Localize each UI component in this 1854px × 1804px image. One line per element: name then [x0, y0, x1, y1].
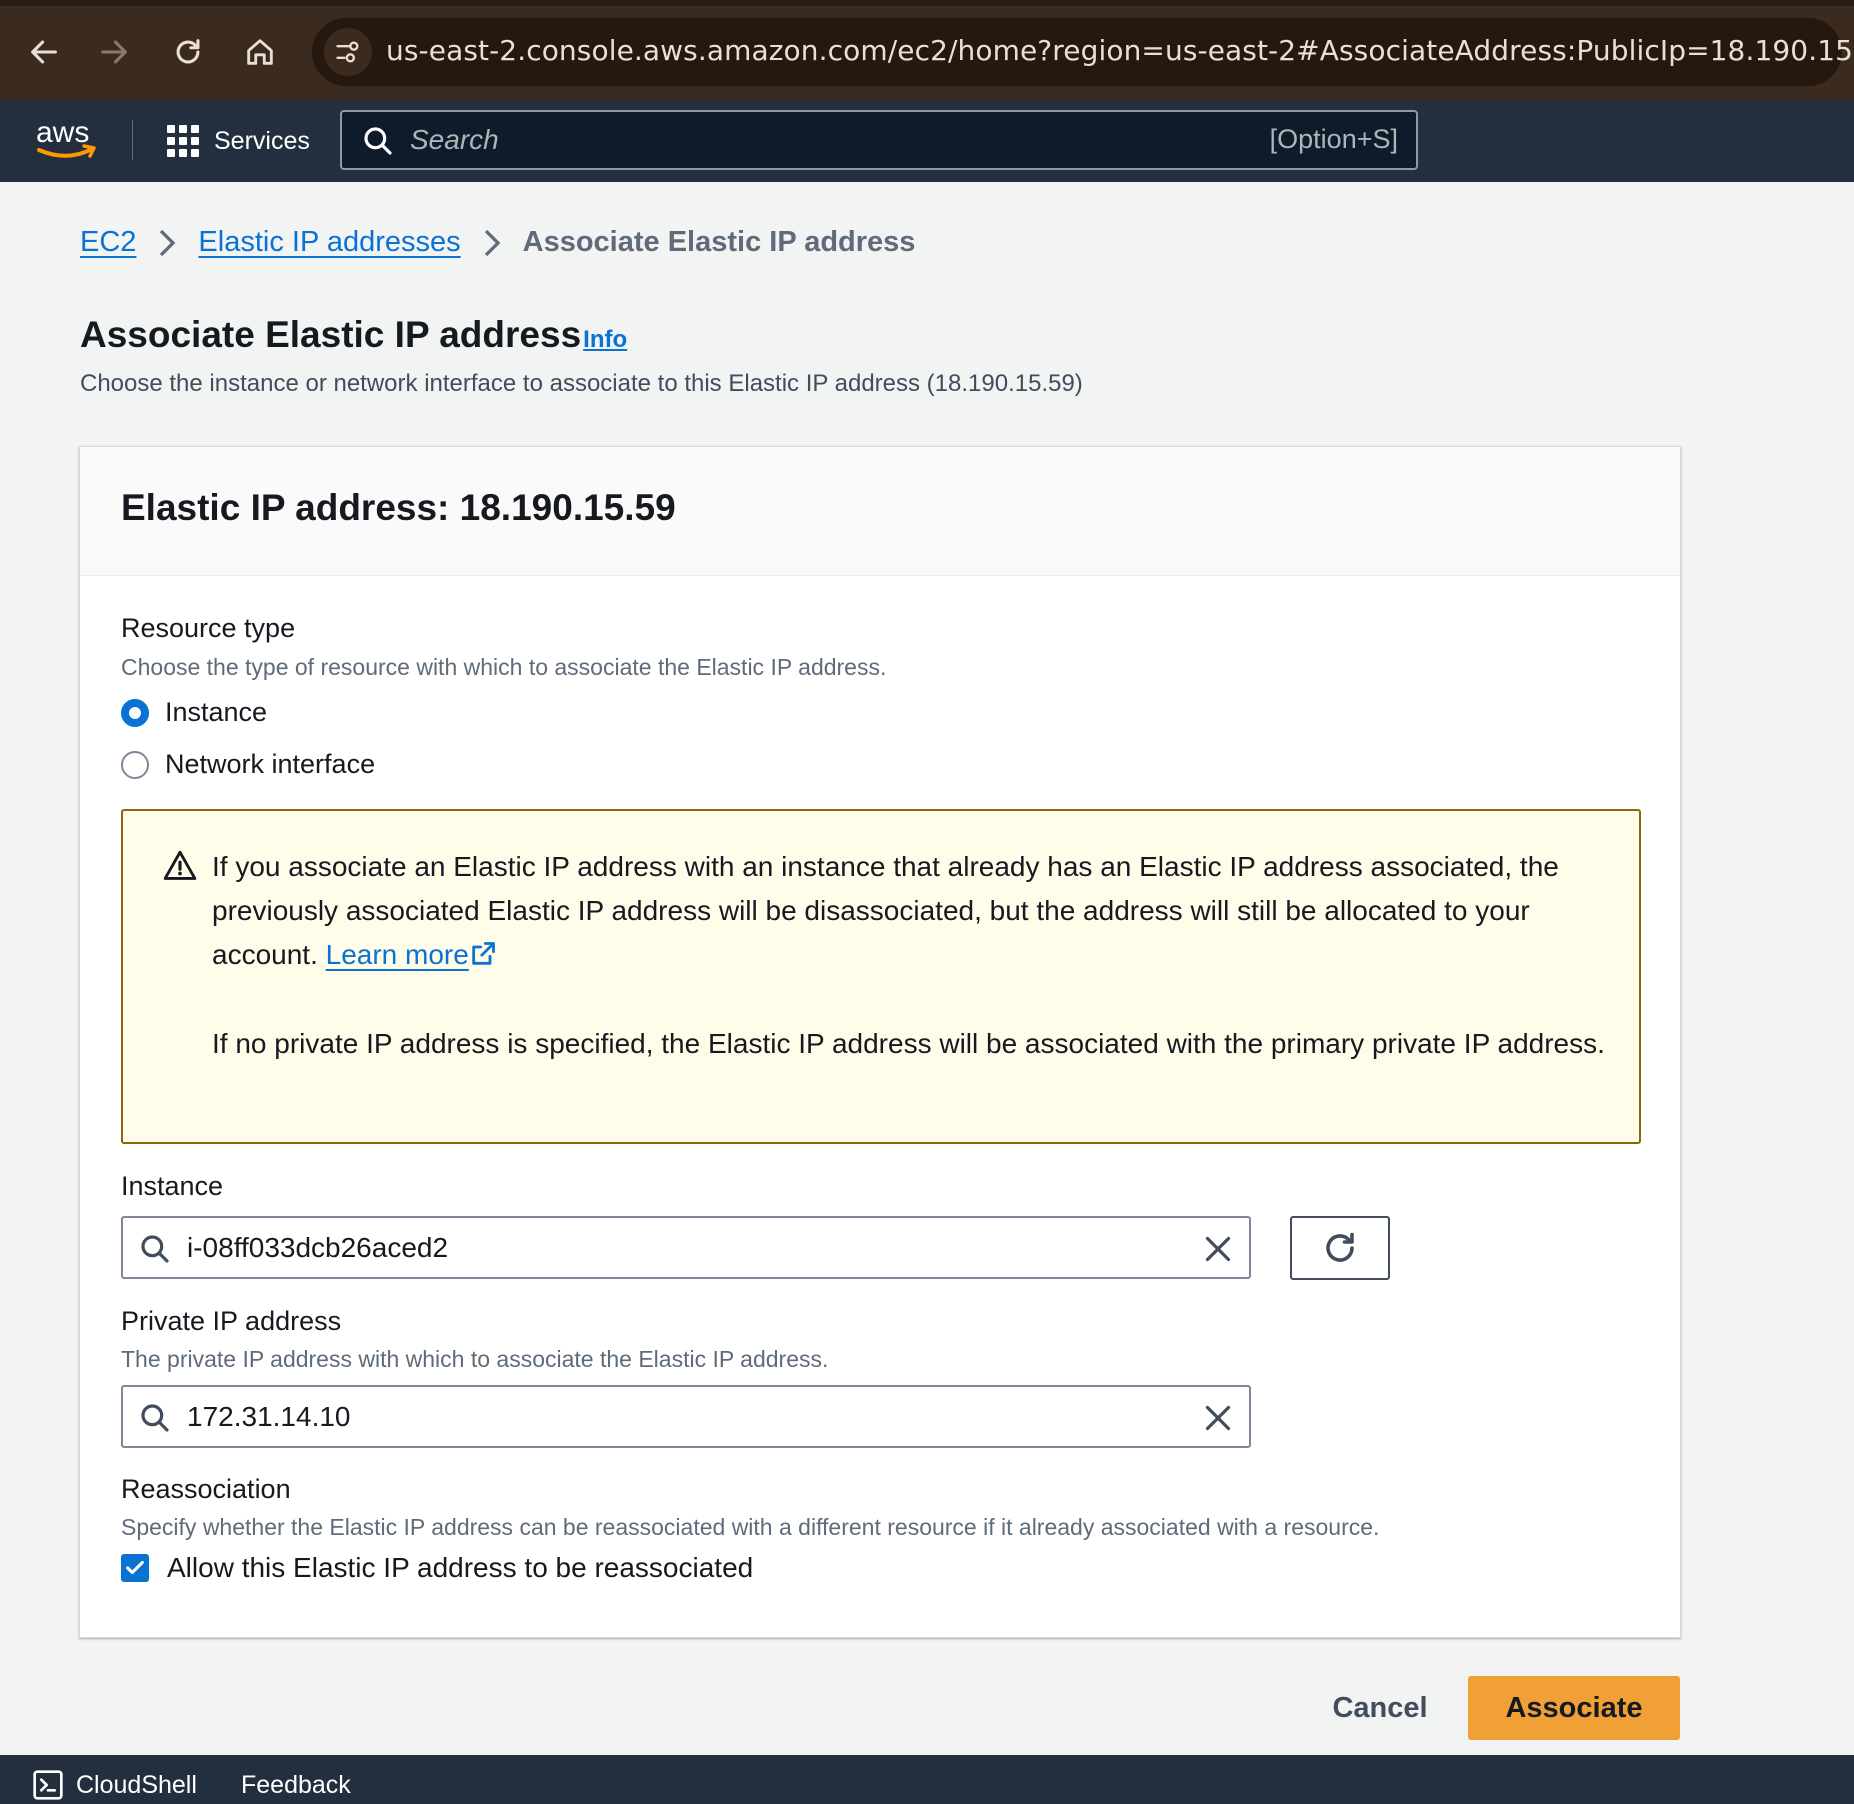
refresh-instances-button[interactable] [1290, 1216, 1390, 1280]
reload-button[interactable] [166, 30, 210, 74]
home-button[interactable] [238, 30, 282, 74]
clear-private-ip-button[interactable] [1201, 1401, 1235, 1435]
refresh-icon [1326, 1232, 1354, 1262]
close-icon [1205, 1236, 1231, 1262]
arrow-right-icon [101, 40, 127, 64]
cancel-button[interactable]: Cancel [1310, 1676, 1450, 1740]
search-icon [141, 1235, 169, 1263]
reassociation-checkbox[interactable]: Allow this Elastic IP address to be reas… [121, 1552, 753, 1584]
page-description: Choose the instance or network interface… [80, 370, 1083, 397]
reload-icon [176, 39, 200, 64]
container-title: Elastic IP address: 18.190.15.59 [121, 487, 676, 528]
learn-more-label: Learn more [325, 939, 469, 970]
reassociation-description: Specify whether the Elastic IP address c… [121, 1514, 1380, 1540]
instance-label: Instance [121, 1171, 224, 1201]
breadcrumb-ec2[interactable]: EC2 [80, 226, 136, 259]
chevron-right-icon [483, 228, 501, 258]
forward-button[interactable] [92, 30, 136, 74]
alert-text-1: If you associate an Elastic IP address w… [212, 845, 1612, 977]
browser-toolbar: us-east-2.console.aws.amazon.com/ec2/hom… [0, 0, 1854, 100]
radio-button-checked[interactable] [121, 698, 149, 727]
nav-divider [132, 120, 133, 160]
page-title: Associate Elastic IP addressInfo [80, 314, 627, 356]
info-link[interactable]: Info [583, 326, 627, 353]
search-input[interactable] [410, 122, 1190, 158]
private-ip-description: The private IP address with which to ass… [121, 1346, 829, 1372]
search-icon [141, 1404, 169, 1432]
feedback-link[interactable]: Feedback [241, 1771, 351, 1800]
search-icon [364, 127, 392, 155]
private-ip-autosuggest[interactable] [121, 1385, 1251, 1448]
site-settings-icon[interactable] [324, 28, 372, 76]
services-label: Services [214, 126, 310, 155]
reassociation-label: Reassociation [121, 1474, 291, 1504]
private-ip-label: Private IP address [121, 1306, 342, 1336]
reassociation-checkbox-label: Allow this Elastic IP address to be reas… [167, 1552, 754, 1583]
container-header: Elastic IP address: 18.190.15.59 [80, 447, 1680, 576]
back-button[interactable] [22, 30, 66, 74]
radio-network-interface[interactable]: Network interface [121, 749, 375, 780]
home-icon [247, 39, 273, 65]
close-icon [1205, 1405, 1231, 1431]
arrow-left-icon [31, 40, 57, 64]
resource-type-description: Choose the type of resource with which t… [121, 654, 887, 680]
svg-text:aws: aws [36, 116, 89, 149]
warning-icon [163, 850, 197, 880]
global-search[interactable]: [Option+S] [340, 110, 1418, 170]
breadcrumb-elastic-ip-addresses[interactable]: Elastic IP addresses [198, 226, 460, 259]
instance-input[interactable] [187, 1230, 1087, 1266]
instance-autosuggest[interactable] [121, 1216, 1251, 1279]
breadcrumb-current: Associate Elastic IP address [522, 226, 916, 258]
cloudshell-label: CloudShell [76, 1770, 197, 1799]
checkmark-icon [126, 1560, 144, 1575]
learn-more-link[interactable]: Learn more [326, 939, 497, 970]
alert-text-2: If no private IP address is specified, t… [212, 1028, 1605, 1059]
services-menu-button[interactable]: Services [166, 121, 310, 161]
checkbox-checked[interactable] [121, 1554, 149, 1582]
radio-instance[interactable]: Instance [121, 697, 267, 728]
associate-form-container: Elastic IP address: 18.190.15.59 Resourc… [79, 446, 1681, 1638]
private-ip-input[interactable] [187, 1399, 1087, 1435]
cloudshell-button[interactable]: CloudShell [32, 1769, 197, 1801]
associate-button[interactable]: Associate [1468, 1676, 1680, 1740]
address-bar[interactable]: us-east-2.console.aws.amazon.com/ec2/hom… [312, 18, 1854, 86]
breadcrumb: EC2 Elastic IP addresses Associate Elast… [80, 226, 915, 259]
url-text: us-east-2.console.aws.amazon.com/ec2/hom… [386, 34, 1854, 67]
warning-alert: If you associate an Elastic IP address w… [121, 809, 1641, 1144]
radio-instance-label: Instance [165, 697, 268, 727]
external-link-icon [472, 942, 495, 965]
console-footer: CloudShell Feedback [0, 1755, 1854, 1804]
page-title-text: Associate Elastic IP address [80, 314, 582, 355]
cloudshell-icon [33, 1770, 63, 1800]
chevron-right-icon [158, 228, 176, 258]
radio-button[interactable] [121, 750, 149, 779]
search-shortcut-hint: [Option+S] [1269, 124, 1398, 154]
radio-network-interface-label: Network interface [165, 749, 376, 779]
resource-type-label: Resource type [121, 613, 296, 643]
clear-instance-button[interactable] [1201, 1232, 1235, 1266]
aws-top-navigation: aws Services [Option+S] [0, 100, 1854, 182]
aws-logo[interactable]: aws [34, 116, 100, 171]
grid-icon [167, 125, 199, 157]
tab-strip [0, 0, 1854, 6]
